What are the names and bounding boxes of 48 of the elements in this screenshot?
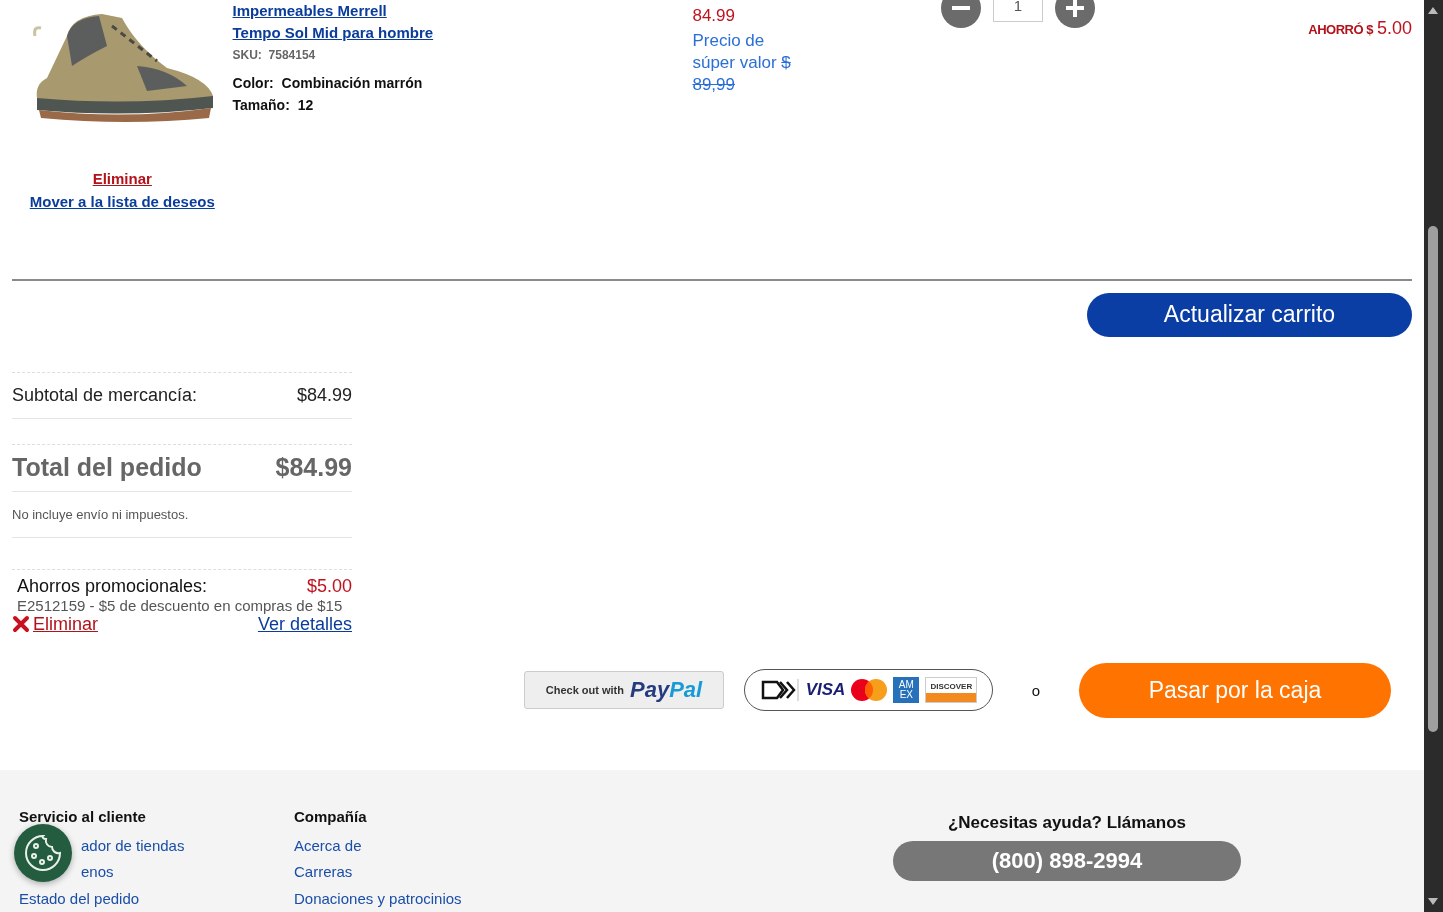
product-sku: SKU: 7584154 [232, 48, 317, 62]
footer-heading: Servicio al cliente [19, 807, 146, 825]
remove-link[interactable]: Eliminar [92, 170, 152, 187]
or-separator: o [1030, 681, 1042, 699]
savings-amount: 5.00 [1376, 18, 1412, 39]
footer-heading: Compañía [294, 807, 367, 825]
subtotal-value: $84.99 [296, 384, 352, 406]
footer-link[interactable]: Estado del pedido [19, 885, 140, 912]
scrollbar[interactable] [1424, 0, 1443, 912]
quantity-field[interactable]: 1 [992, 0, 1043, 22]
remove-promo-link[interactable]: Eliminar [33, 613, 98, 635]
promo-description: E2512159 - $5 de descuento en compras de $15 [17, 596, 344, 614]
product-title[interactable]: Tempo Sol Mid para hombre [232, 22, 693, 44]
product-attribute: Tamaño: 12 [232, 96, 315, 115]
promo-label: Ahorros promocionales: [17, 575, 208, 597]
footer-link[interactable]: Acerca de [294, 832, 362, 859]
mastercard-icon [851, 679, 888, 701]
savings-label: AHORRÓ $ [1308, 22, 1373, 37]
footer-link[interactable]: Carreras [294, 859, 353, 886]
tax-note: No incluye envío ni impuestos. [12, 490, 352, 537]
total-value: $84.99 [275, 453, 352, 482]
help-heading: ¿Necesitas ayuda? Llámanos [947, 812, 1187, 833]
footer-link[interactable]: enos [81, 859, 114, 886]
subtotal-label: Subtotal de mercancía: [12, 384, 198, 406]
increase-button[interactable] [1054, 0, 1095, 28]
phone-button[interactable]: (800) 898-2994 [893, 840, 1241, 881]
footer-link[interactable]: Donaciones y patrocinios [294, 885, 462, 912]
card-checkout-button[interactable]: VISA AM EX DISCOVER [744, 669, 993, 711]
amex-logo: AM EX [893, 677, 920, 703]
total-label: Total del pedido [12, 453, 202, 482]
details-link[interactable]: Ver detalles [257, 613, 352, 635]
regular-price: Precio de súper valor $ 89,99 [692, 30, 792, 96]
minus-icon [951, 6, 970, 10]
product-title[interactable]: Impermeables Merrell [232, 0, 693, 22]
paypal-button[interactable]: Check out with PayPal [524, 671, 724, 709]
discover-logo: DISCOVER [925, 677, 978, 703]
footer-link[interactable]: ador de tiendas [81, 832, 185, 859]
plus-icon [1065, 0, 1084, 17]
wishlist-link[interactable]: Mover a la lista de deseos [29, 193, 215, 210]
promo-amount: $5.00 [306, 575, 352, 597]
visa-logo: VISA [805, 680, 846, 700]
link-logo-icon [759, 679, 800, 701]
decrease-button[interactable] [940, 0, 981, 28]
cookie-settings-button[interactable] [14, 823, 72, 882]
product-attribute: Color: Combinación marrón [232, 74, 424, 93]
sale-price: 84.99 [692, 6, 736, 26]
update-cart-button[interactable]: Actualizar carrito [1087, 292, 1412, 337]
close-icon[interactable] [12, 615, 30, 633]
